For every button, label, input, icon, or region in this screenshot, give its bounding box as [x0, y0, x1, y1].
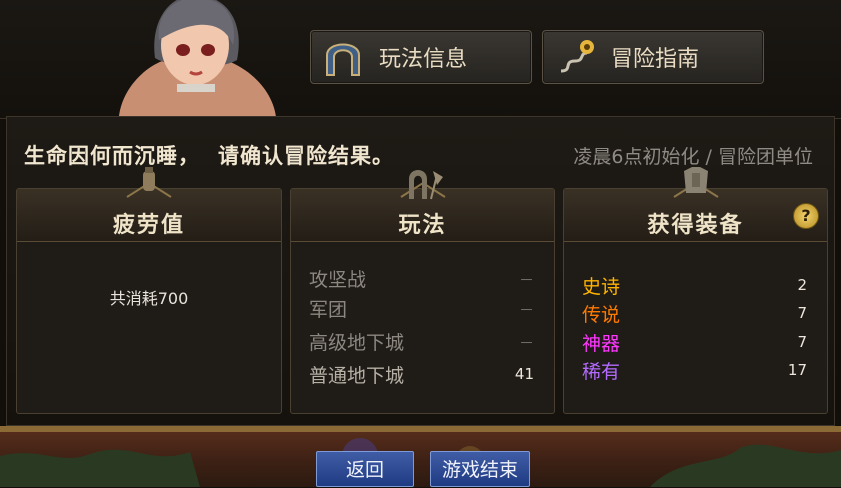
rarity-count: 7: [797, 333, 807, 351]
fatigue-card: 疲劳值 共消耗700: [16, 167, 282, 414]
rarity-count: 7: [797, 304, 807, 322]
potion-jar-icon: [126, 167, 172, 198]
gate-axe-icon: [399, 170, 446, 200]
rarity-name: 传说: [582, 304, 621, 326]
card-header: 获得装备 ?: [564, 167, 827, 242]
mode-name: 高级地下城: [309, 332, 405, 354]
mode-card: 玩法 攻坚战 － 军团 － 高级地下城 － 普通地下城 41: [290, 170, 555, 414]
bottom-scene: [0, 426, 841, 487]
mode-name: 普通地下城: [309, 365, 405, 387]
rarity-name: 神器: [582, 333, 621, 355]
play-info-label: 玩法信息: [379, 47, 468, 72]
play-info-button[interactable]: 玩法信息: [310, 30, 532, 84]
equip-row-epic: 史诗 2: [582, 272, 807, 302]
mode-row-advanced-dungeon: 高级地下城 －: [309, 328, 534, 358]
result-headline: 生命因何而沉睡， 请确认冒险结果。: [24, 140, 394, 170]
mode-value: 41: [514, 365, 534, 383]
help-icon[interactable]: ?: [793, 203, 819, 229]
rarity-count: 17: [787, 361, 807, 379]
mode-row-raid: 攻坚战 －: [309, 265, 534, 295]
headline-tail: 请确认冒险结果。: [218, 144, 394, 168]
mode-row-normal-dungeon: 普通地下城 41: [309, 361, 534, 391]
mode-name: 军团: [309, 299, 348, 321]
equip-row-rare: 稀有 17: [582, 357, 807, 387]
mode-name: 攻坚战: [309, 269, 367, 291]
card-header: 疲劳值: [17, 167, 281, 242]
card-header: 玩法: [291, 170, 554, 242]
mode-row-legion: 军团 －: [309, 295, 534, 325]
rarity-name: 稀有: [582, 361, 621, 383]
equip-row-artifact: 神器 7: [582, 329, 807, 359]
equipment-title: 获得装备: [647, 213, 744, 238]
adventure-guide-button[interactable]: 冒险指南: [542, 30, 764, 84]
end-game-button[interactable]: 游戏结束: [430, 451, 530, 487]
rarity-count: 2: [797, 276, 807, 294]
fatigue-title: 疲劳值: [112, 213, 185, 238]
map-route-icon: [560, 40, 594, 73]
mode-value: －: [518, 271, 534, 289]
fatigue-consumed: 共消耗700: [109, 289, 189, 308]
mode-value: －: [518, 301, 534, 319]
armor-icon: [672, 167, 719, 198]
back-button[interactable]: 返回: [316, 451, 414, 487]
equip-row-legendary: 传说 7: [582, 300, 807, 330]
equipment-card: 获得装备 ? 史诗 2 传说 7 神器 7 稀有 17: [563, 167, 828, 414]
mode-value: －: [518, 334, 534, 352]
rarity-name: 史诗: [582, 276, 621, 298]
adventure-guide-label: 冒险指南: [611, 47, 700, 72]
scenery-background: [0, 438, 841, 487]
mode-title: 玩法: [398, 213, 447, 238]
arch-gate-icon: [326, 43, 360, 76]
